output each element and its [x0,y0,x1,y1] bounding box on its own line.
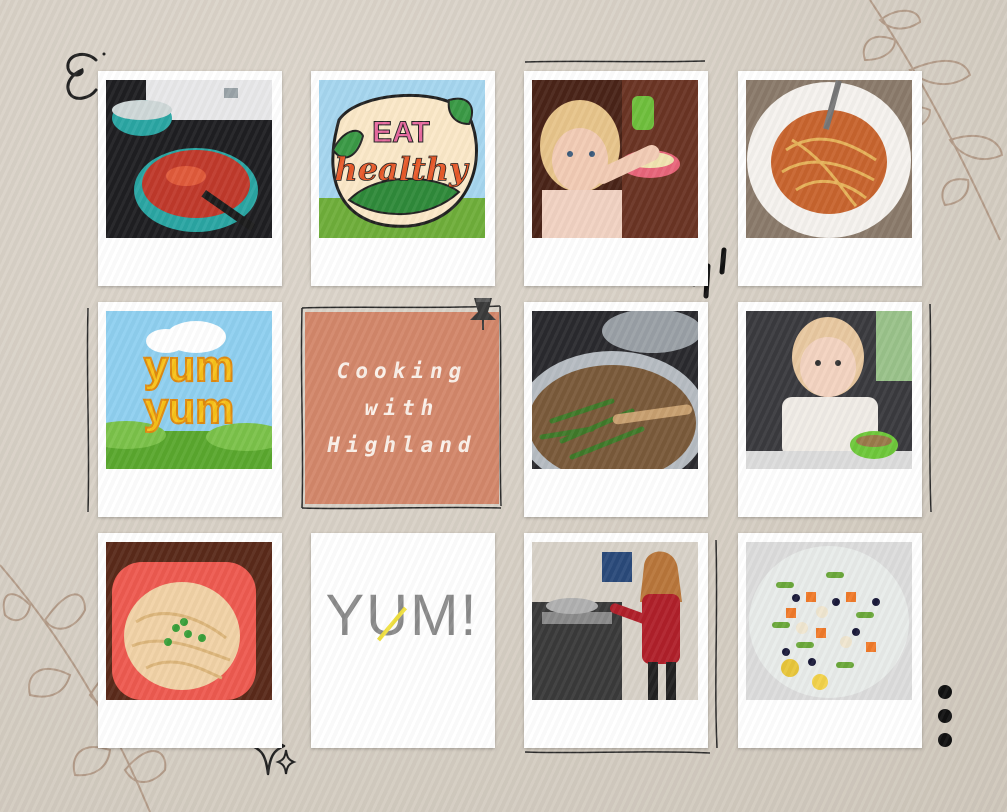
note-line-3: Highland [327,432,477,457]
spaghetti-bowl-photo [746,80,912,238]
pots-on-stove-photo [106,80,272,238]
photo-card-9 [98,533,282,748]
veggie-salad-photo [746,542,912,700]
photo-card-5: yum yum [98,302,282,517]
baby-highchair-photo [746,311,912,469]
photo-card-7 [524,302,708,517]
photo-card-3 [524,71,708,286]
sticker-yum2-text: yum [144,384,234,433]
sticker-healthy-text: healthy [334,150,470,188]
yum-yum-sticker: yum yum [106,311,272,469]
photo-card-12 [738,533,922,748]
note-line-2: with [364,395,440,420]
toddler-eating-photo [532,80,698,238]
noodles-red-bowl-photo [106,542,272,700]
photo-card-11 [524,533,708,748]
photo-card-1 [98,71,282,286]
yum-big-text: YUM! [325,583,479,648]
green-beans-pan-photo [532,311,698,469]
yum-text-card: YUM! [319,542,485,700]
photo-card-2: EAT healthy [311,71,495,286]
sticker-eat-text: EAT [372,116,430,149]
eat-healthy-sticker: EAT healthy [319,80,485,238]
girl-at-stove-photo [532,542,698,700]
photo-card-10: YUM! [311,533,495,748]
collage-board: EAT healthy yum yum Cooking with Highlan… [0,0,1007,812]
photo-card-4 [738,71,922,286]
photo-card-8 [738,302,922,517]
push-pin-icon [470,298,496,330]
note-line-1: Cooking [336,358,468,383]
cooking-with-highland-note: Cooking with Highland [305,312,499,504]
